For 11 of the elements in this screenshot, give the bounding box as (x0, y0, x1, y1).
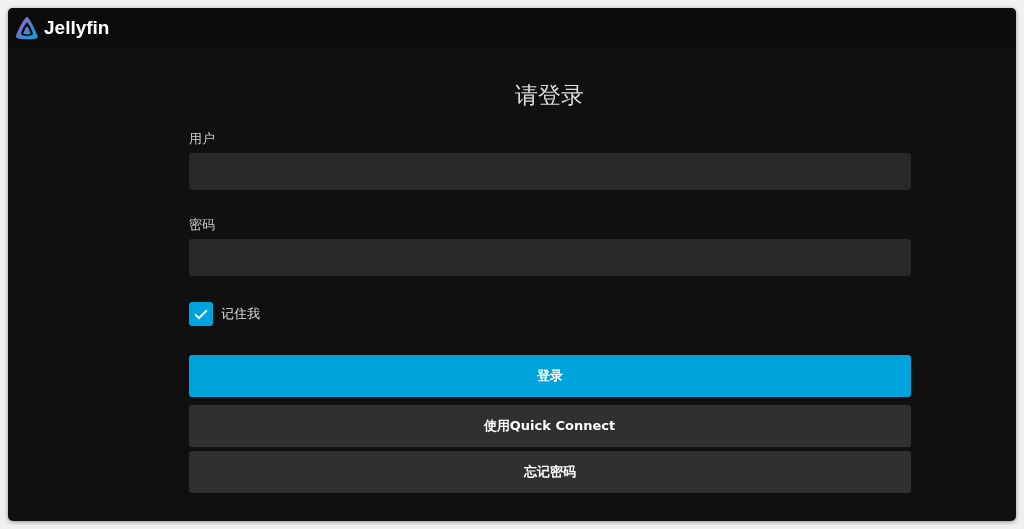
input-field[interactable] (188, 152, 911, 190)
page-title: 请登录 (514, 82, 585, 110)
triangle-logo-icon (14, 15, 40, 41)
action-button[interactable]: 使用Quick Connect (188, 404, 911, 447)
checkbox[interactable] (188, 301, 213, 326)
input-field[interactable] (188, 238, 911, 276)
field-label: 密码 (188, 215, 216, 234)
checkbox-label: 记住我 (220, 304, 260, 323)
action-button[interactable]: 忘记密码 (188, 450, 911, 493)
field-label: 用户 (188, 129, 216, 148)
brand-name: Jellyfin (44, 17, 110, 39)
